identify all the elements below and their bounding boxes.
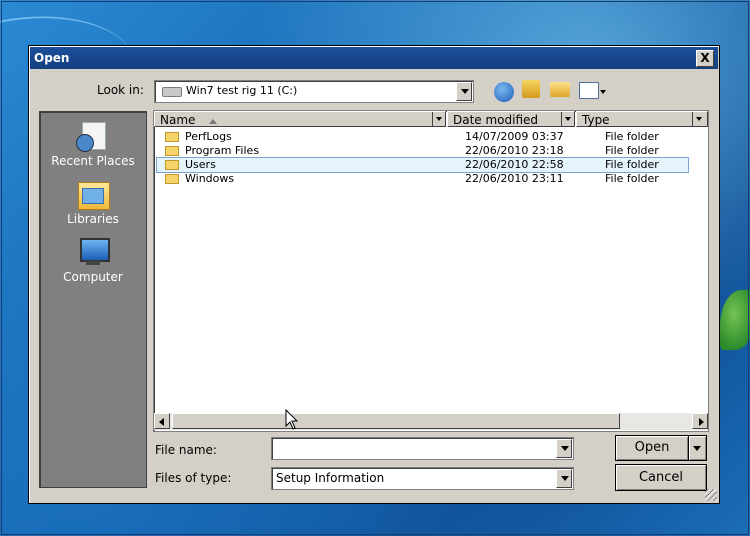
chevron-down-icon (696, 117, 702, 121)
cancel-button-label: Cancel (638, 470, 684, 485)
new-folder-icon[interactable] (550, 82, 570, 97)
open-button-label: Open (634, 440, 670, 455)
column-header-row: Name Date modified Type (154, 111, 708, 128)
column-header-name[interactable]: Name (154, 111, 446, 127)
file-date: 22/06/2010 23:11 (465, 172, 564, 185)
place-computer[interactable]: Computer (40, 236, 146, 284)
file-name: Windows (185, 172, 235, 185)
file-list[interactable]: Name Date modified Type PerfLogs 14/07/2… (153, 110, 709, 432)
arrow-right-icon (699, 418, 704, 426)
chevron-down-icon (461, 89, 469, 94)
dialog-title: Open (34, 51, 70, 65)
folder-icon (165, 174, 179, 184)
look-in-dropdown-button[interactable] (456, 82, 472, 101)
mouse-pointer-icon (285, 409, 299, 430)
drive-icon (162, 87, 182, 97)
file-name-label: File name: (155, 443, 217, 457)
file-row[interactable]: Program Files 22/06/2010 23:18 File fold… (157, 144, 688, 158)
resize-grip-icon[interactable] (705, 489, 717, 501)
file-name: Program Files (185, 144, 260, 157)
column-name-dropdown[interactable] (432, 112, 445, 126)
place-recent-places[interactable]: Recent Places (40, 120, 146, 168)
back-icon[interactable] (494, 82, 514, 102)
place-label: Libraries (67, 212, 119, 226)
folder-icon (165, 132, 179, 142)
open-dropdown-button[interactable] (688, 435, 707, 461)
arrow-left-icon (159, 418, 164, 426)
horizontal-scrollbar[interactable] (154, 413, 708, 430)
file-type: File folder (605, 172, 659, 185)
open-dialog: Open X Look in: Win7 test rig 11 (C:) Re… (28, 45, 720, 504)
file-type: File folder (605, 144, 659, 157)
place-libraries[interactable]: Libraries (40, 178, 146, 226)
file-row-selected[interactable]: Users 22/06/2010 22:58 File folder (156, 157, 689, 173)
libraries-icon (76, 178, 110, 210)
file-name-input[interactable] (271, 437, 574, 460)
chevron-down-icon (436, 117, 442, 121)
look-in-value: Win7 test rig 11 (C:) (186, 84, 298, 97)
open-button[interactable]: Open (615, 435, 689, 461)
chevron-down-icon (561, 476, 569, 481)
close-button[interactable]: X (696, 50, 714, 67)
view-menu-chevron-icon[interactable] (600, 90, 606, 94)
chevron-down-icon (561, 446, 569, 451)
scroll-left-button[interactable] (154, 413, 170, 429)
column-date-label: Date modified (453, 113, 539, 127)
recent-places-icon (76, 120, 110, 152)
file-type: File folder (605, 158, 659, 171)
places-bar: Recent Places Libraries Computer (39, 111, 147, 488)
column-header-type[interactable]: Type (576, 111, 708, 127)
place-label: Computer (63, 270, 123, 284)
file-name-dropdown-button[interactable] (556, 439, 572, 458)
scroll-right-button[interactable] (692, 413, 708, 429)
scrollbar-thumb[interactable] (172, 413, 620, 429)
file-name: Users (185, 158, 216, 171)
file-type: File folder (605, 130, 659, 143)
column-name-label: Name (160, 113, 196, 127)
file-name: PerfLogs (185, 130, 232, 143)
file-date: 22/06/2010 23:18 (465, 144, 564, 157)
files-of-type-value: Setup Information (276, 471, 385, 485)
sort-ascending-icon (209, 119, 218, 124)
file-date: 22/06/2010 22:58 (465, 158, 564, 171)
up-folder-icon[interactable] (522, 80, 540, 98)
file-date: 14/07/2009 03:37 (465, 130, 564, 143)
dialog-titlebar[interactable]: Open X (30, 47, 718, 69)
close-icon: X (700, 51, 710, 65)
files-of-type-dropdown-button[interactable] (556, 469, 572, 488)
place-label: Recent Places (51, 154, 135, 168)
chevron-down-icon (693, 446, 701, 451)
column-type-dropdown[interactable] (692, 112, 705, 126)
files-of-type-select[interactable]: Setup Information (271, 467, 574, 490)
files-of-type-label: Files of type: (155, 471, 232, 485)
look-in-label: Look in: (97, 83, 144, 97)
file-row[interactable]: Windows 22/06/2010 23:11 File folder (157, 172, 688, 186)
cancel-button[interactable]: Cancel (615, 464, 707, 491)
chevron-down-icon (565, 117, 571, 121)
view-menu-icon[interactable] (579, 82, 599, 99)
folder-icon (165, 146, 179, 156)
folder-icon (165, 160, 179, 170)
look-in-combo[interactable]: Win7 test rig 11 (C:) (154, 80, 474, 103)
column-type-label: Type (582, 113, 610, 127)
column-date-dropdown[interactable] (561, 112, 574, 126)
wallpaper-leaf (720, 290, 750, 350)
column-header-date[interactable]: Date modified (447, 111, 575, 127)
file-row[interactable]: PerfLogs 14/07/2009 03:37 File folder (157, 130, 688, 144)
computer-icon (76, 236, 110, 268)
